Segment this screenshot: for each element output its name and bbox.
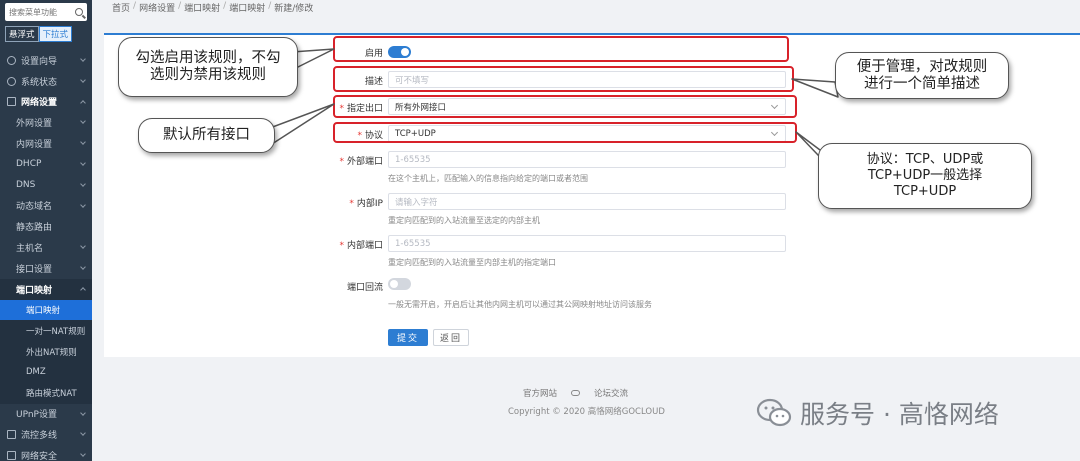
pointer-enable xyxy=(291,48,335,71)
wechat-icon xyxy=(756,398,792,427)
callout-description: 便于管理，对改规则进行一个简单描述 xyxy=(835,52,1009,99)
footer-official-site-link[interactable]: 官方网站 xyxy=(523,387,557,399)
callout-enable: 勾选启用该规则，不勾选则为禁用该规则 xyxy=(118,37,298,97)
pointer-description xyxy=(791,78,839,98)
copyright: Copyright © 2020 高恪网络GOCLOUD xyxy=(508,407,665,417)
cloud-icon xyxy=(571,390,581,396)
callout-protocol: 协议：TCP、UDP或TCP+UDP一般选择TCP+UDP xyxy=(818,143,1032,209)
footer-forum-link[interactable]: 论坛交流 xyxy=(594,387,628,399)
callout-interface: 默认所有接口 xyxy=(138,118,275,153)
watermark-text: 服务号 · 高恪网络 xyxy=(800,400,999,429)
pointer-interface xyxy=(269,103,335,145)
watermark: 服务号 · 高恪网络 xyxy=(756,395,999,431)
footer-links: 官方网站 论坛交流 xyxy=(523,387,628,399)
